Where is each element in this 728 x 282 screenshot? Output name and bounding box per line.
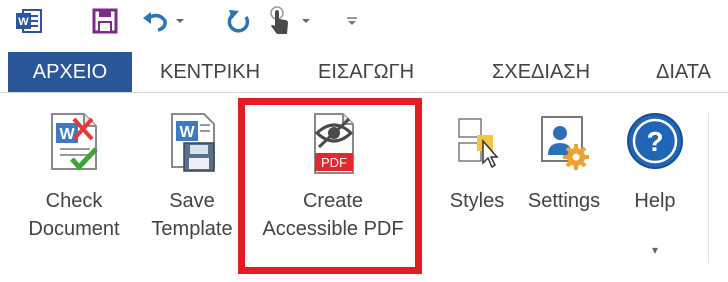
undo-icon[interactable] [140,6,170,36]
save-template-button[interactable]: W Save Template [140,93,244,253]
ribbon-tabs: ΑΡΧΕΙΟ ΚΕΝΤΡΙΚΗ ΕΙΣΑΓΩΓΗ ΣΧΕΔΙΑΣΗ ΔΙΑΤΑ [0,52,728,93]
styles-label: Styles [449,190,505,212]
settings-button[interactable]: Settings [516,93,612,253]
tab-file[interactable]: ΑΡΧΕΙΟ [8,52,132,92]
svg-text:W: W [18,16,29,28]
styles-icon [455,111,499,179]
highlight-box [238,98,422,274]
check-document-button[interactable]: W Check Document [16,93,132,253]
save-template-icon: W [164,111,220,179]
word-app-icon[interactable]: W [12,6,46,36]
save-template-label: Save Template [151,190,233,240]
tab-design[interactable]: ΣΧΕΔΙΑΣΗ [492,52,590,92]
styles-button[interactable]: Styles [444,93,510,253]
save-icon[interactable] [88,6,122,36]
redo-icon[interactable] [224,6,254,36]
help-button[interactable]: ? Help ▾ [618,93,692,257]
help-label: Help [634,190,676,212]
help-icon: ? [625,111,685,177]
quick-access-toolbar: W [0,0,728,48]
customize-qat-icon[interactable] [344,6,360,36]
touch-mode-dropdown-icon[interactable] [298,6,314,36]
svg-text:W: W [179,124,195,141]
svg-text:?: ? [646,126,663,157]
touch-mode-icon[interactable] [264,6,294,36]
settings-icon [536,111,592,179]
undo-dropdown-icon[interactable] [172,6,188,36]
ribbon-divider [708,113,709,263]
help-dropdown-icon[interactable]: ▾ [618,243,692,257]
svg-text:W: W [59,126,75,143]
check-document-icon: W [46,111,102,179]
tab-home[interactable]: ΚΕΝΤΡΙΚΗ [160,52,260,92]
check-document-label: Check Document [28,190,120,240]
tab-layout[interactable]: ΔΙΑΤΑ [656,52,711,92]
tab-insert[interactable]: ΕΙΣΑΓΩΓΗ [318,52,414,92]
settings-label: Settings [527,190,601,212]
